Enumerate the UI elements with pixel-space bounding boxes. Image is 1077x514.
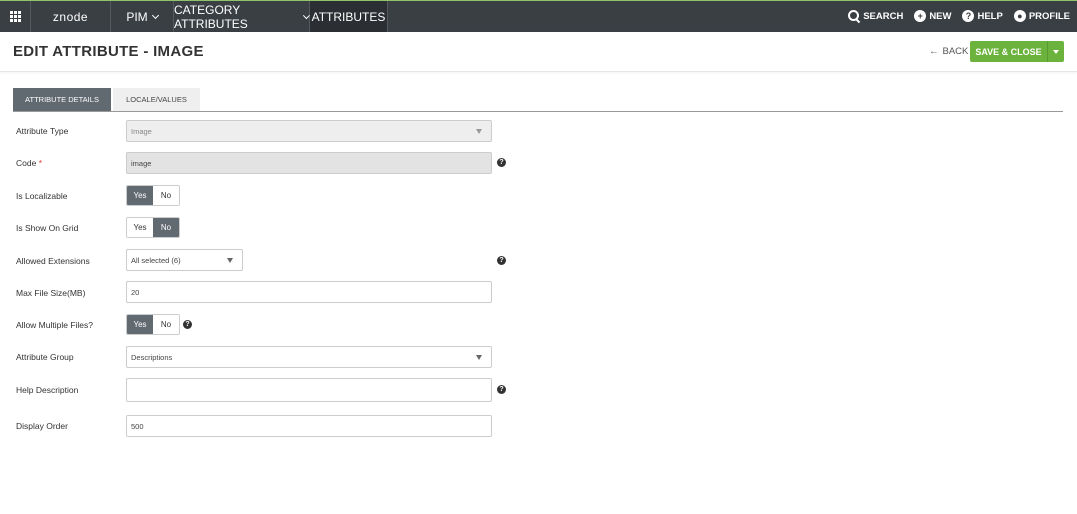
allowed-extensions-select[interactable]: All selected (6): [126, 249, 243, 271]
chevron-down-icon: [151, 11, 159, 19]
save-options-dropdown[interactable]: [1047, 41, 1064, 62]
tab-divider: [13, 111, 1063, 112]
attribute-type-label: Attribute Type: [16, 126, 69, 136]
max-file-size-input[interactable]: 20: [126, 281, 492, 303]
nav-pim-label: PIM: [126, 9, 148, 24]
question-circle-icon[interactable]: ?: [497, 158, 506, 167]
grid-icon: [9, 11, 21, 22]
display-order-input[interactable]: 500: [126, 415, 492, 437]
save-close-button[interactable]: SAVE & CLOSE: [970, 41, 1047, 62]
question-circle-icon[interactable]: ?: [183, 320, 192, 329]
back-button[interactable]: ← BACK: [929, 46, 968, 57]
code-input[interactable]: image: [126, 152, 492, 174]
help-description-label: Help Description: [16, 385, 79, 395]
arrow-left-icon: ←: [929, 46, 939, 57]
question-circle-icon[interactable]: ?: [497, 256, 506, 265]
caret-down-icon: [476, 129, 482, 134]
display-order-value: 500: [131, 421, 144, 431]
tab-attribute-details[interactable]: ATTRIBUTE DETAILS: [13, 88, 111, 111]
help-label: HELP: [977, 10, 1003, 22]
top-right-nav: SEARCH + NEW ? HELP ● PROFILE: [848, 0, 1070, 32]
display-order-label: Display Order: [16, 421, 68, 431]
allow-multiple-yes[interactable]: Yes: [127, 315, 153, 334]
tab-locale-values[interactable]: LOCALE/VALUES: [113, 88, 200, 111]
attribute-type-select[interactable]: Image: [126, 120, 492, 142]
max-file-size-value: 20: [131, 287, 140, 297]
is-show-on-grid-toggle: Yes No: [126, 217, 180, 238]
plus-circle-icon: +: [914, 10, 927, 22]
caret-down-icon: [476, 355, 482, 360]
tab-bar: ATTRIBUTE DETAILS LOCALE/VALUES: [13, 88, 200, 111]
is-show-on-grid-label: Is Show On Grid: [16, 223, 79, 233]
attribute-group-select[interactable]: Descriptions: [126, 346, 492, 368]
user-circle-icon: ●: [1013, 10, 1026, 22]
is-show-on-grid-yes[interactable]: Yes: [127, 218, 153, 237]
page-title: EDIT ATTRIBUTE - IMAGE: [13, 43, 204, 60]
attribute-group-value: Descriptions: [131, 352, 173, 362]
new-label: NEW: [929, 10, 952, 22]
question-circle-icon[interactable]: ?: [497, 385, 506, 394]
znode-logo[interactable]: znode: [31, 1, 111, 32]
is-show-on-grid-no[interactable]: No: [153, 218, 179, 237]
profile-button[interactable]: ● PROFILE: [1013, 10, 1070, 22]
caret-down-icon: [227, 258, 233, 263]
allowed-extensions-value: All selected (6): [131, 255, 181, 265]
back-label: BACK: [942, 46, 969, 57]
nav-category-attributes[interactable]: CATEGORY ATTRIBUTES: [174, 1, 311, 32]
allow-multiple-files-toggle: Yes No: [126, 314, 180, 335]
search-button[interactable]: SEARCH: [848, 10, 903, 22]
nav-category-attributes-label: CATEGORY ATTRIBUTES: [174, 2, 248, 31]
code-value: image: [131, 158, 152, 168]
allowed-extensions-label: Allowed Extensions: [16, 256, 90, 266]
attribute-type-value: Image: [131, 126, 152, 136]
nav-attributes[interactable]: ATTRIBUTES: [310, 1, 388, 32]
search-label: SEARCH: [863, 10, 904, 22]
max-file-size-label: Max File Size(MB): [16, 288, 86, 298]
profile-label: PROFILE: [1028, 10, 1070, 22]
nav-attributes-label: ATTRIBUTES: [311, 9, 386, 24]
help-button[interactable]: ? HELP: [962, 10, 1003, 22]
new-button[interactable]: + NEW: [914, 10, 951, 22]
is-localizable-label: Is Localizable: [16, 191, 68, 201]
attribute-group-label: Attribute Group: [16, 352, 74, 362]
help-description-input[interactable]: [126, 378, 492, 402]
is-localizable-no[interactable]: No: [153, 186, 179, 205]
caret-down-icon: [1053, 49, 1059, 54]
is-localizable-toggle: Yes No: [126, 185, 180, 206]
code-label-text: Code: [16, 158, 37, 168]
search-icon: [848, 10, 860, 22]
question-circle-icon: ?: [962, 10, 975, 22]
allow-multiple-no[interactable]: No: [153, 315, 179, 334]
logo-text: znode: [52, 9, 89, 24]
allow-multiple-files-label: Allow Multiple Files?: [16, 320, 93, 330]
apps-menu-button[interactable]: [0, 1, 31, 32]
page-header: EDIT ATTRIBUTE - IMAGE ← BACK SAVE & CLOS…: [0, 32, 1077, 72]
is-localizable-yes[interactable]: Yes: [127, 186, 153, 205]
nav-pim[interactable]: PIM: [111, 1, 174, 32]
required-mark: *: [38, 158, 43, 168]
code-label: Code *: [16, 158, 42, 168]
